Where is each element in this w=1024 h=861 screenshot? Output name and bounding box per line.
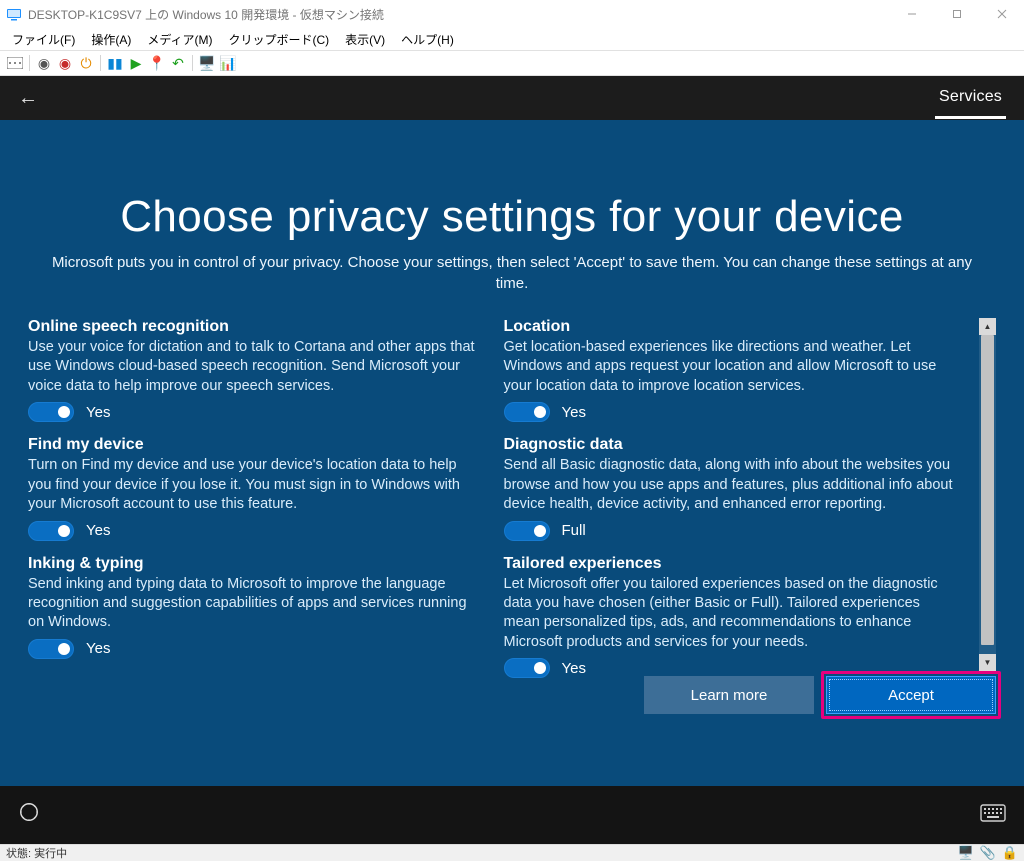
toggle-state-label: Full [562, 522, 586, 539]
page-title: Choose privacy settings for your device [28, 192, 996, 242]
status-right-icons: 🖥️ 📎 🔒 [957, 845, 1018, 861]
back-arrow-icon[interactable]: ← [18, 87, 38, 110]
checkpoint-icon[interactable]: 📍 [148, 54, 166, 72]
setting-find-my-device: Find my device Turn on Find my device an… [28, 436, 484, 540]
toggle-state-label: Yes [562, 660, 586, 677]
oobe-header-bar: ← Services [0, 76, 1024, 120]
enhanced-session-icon[interactable]: 🖥️ [198, 54, 216, 72]
setting-diagnostic-data: Diagnostic data Send all Basic diagnosti… [504, 436, 960, 540]
setting-desc: Use your voice for dictation and to talk… [28, 338, 484, 396]
setting-title: Diagnostic data [504, 436, 960, 454]
services-tab[interactable]: Services [935, 78, 1006, 119]
oobe-button-row: Learn more Accept [644, 676, 996, 714]
button-label: Learn more [691, 687, 768, 704]
setting-desc: Send all Basic diagnostic data, along wi… [504, 456, 960, 514]
menu-help[interactable]: ヘルプ(H) [395, 29, 460, 50]
setting-location: Location Get location-based experiences … [504, 318, 960, 422]
setting-desc: Let Microsoft offer you tailored experie… [504, 575, 960, 653]
oobe-footer [0, 786, 1024, 844]
oobe-body: Choose privacy settings for your device … [0, 120, 1024, 786]
toggle-inking-typing[interactable] [28, 639, 74, 659]
menu-file[interactable]: ファイル(F) [6, 29, 81, 50]
menubar: ファイル(F) 操作(A) メディア(M) クリップボード(C) 表示(V) ヘ… [0, 28, 1024, 50]
window-title: DESKTOP-K1C9SV7 上の Windows 10 開発環境 - 仮想マ… [28, 6, 889, 23]
turnoff-icon[interactable]: ◉ [56, 54, 74, 72]
maximize-button[interactable] [934, 0, 979, 28]
ease-of-access-icon[interactable] [18, 801, 40, 829]
setting-desc: Get location-based experiences like dire… [504, 338, 960, 396]
setting-desc: Turn on Find my device and use your devi… [28, 456, 484, 514]
setting-title: Tailored experiences [504, 555, 960, 573]
toggle-tailored-experiences[interactable] [504, 658, 550, 678]
reset-icon[interactable]: ▶ [127, 54, 145, 72]
toggle-location[interactable] [504, 402, 550, 422]
button-label: Accept [888, 687, 934, 704]
scroll-down-icon[interactable]: ▼ [979, 654, 996, 671]
window-controls [889, 0, 1024, 28]
setting-title: Location [504, 318, 960, 336]
vmconnect-icon [6, 6, 22, 22]
toolbar-separator [29, 55, 30, 71]
privacy-settings-area: Online speech recognition Use your voice… [28, 318, 996, 671]
revert-icon[interactable]: ↶ [169, 54, 187, 72]
page-subtitle: Microsoft puts you in control of your pr… [42, 252, 982, 294]
keyboard-layout-icon[interactable] [980, 802, 1006, 828]
setting-title: Find my device [28, 436, 484, 454]
lock-icon: 🔒 [1002, 845, 1018, 861]
vm-viewport: ← Services Choose privacy settings for y… [0, 76, 1024, 844]
toggle-diagnostic-data[interactable] [504, 521, 550, 541]
toggle-state-label: Yes [86, 522, 110, 539]
toolbar-separator [192, 55, 193, 71]
settings-right-column: Location Get location-based experiences … [504, 318, 960, 671]
close-button[interactable] [979, 0, 1024, 28]
attachment-icon: 📎 [980, 845, 996, 861]
toggle-state-label: Yes [86, 640, 110, 657]
setting-inking-typing: Inking & typing Send inking and typing d… [28, 555, 484, 659]
shutdown-icon[interactable]: ⏻ [77, 54, 95, 72]
toggle-find-my-device[interactable] [28, 521, 74, 541]
menu-clipboard[interactable]: クリップボード(C) [222, 29, 335, 50]
toggle-state-label: Yes [86, 404, 110, 421]
minimize-button[interactable] [889, 0, 934, 28]
learn-more-button[interactable]: Learn more [644, 676, 814, 714]
toolbar-separator [100, 55, 101, 71]
toolbar: ◉ ◉ ⏻ ▮▮ ▶ 📍 ↶ 🖥️ 📊 [0, 50, 1024, 76]
start-icon[interactable]: ◉ [35, 54, 53, 72]
setting-title: Online speech recognition [28, 318, 484, 336]
setting-desc: Send inking and typing data to Microsoft… [28, 575, 484, 633]
menu-action[interactable]: 操作(A) [85, 29, 137, 50]
pause-icon[interactable]: ▮▮ [106, 54, 124, 72]
setting-online-speech: Online speech recognition Use your voice… [28, 318, 484, 422]
setting-tailored-experiences: Tailored experiences Let Microsoft offer… [504, 555, 960, 679]
menu-view[interactable]: 表示(V) [339, 29, 391, 50]
host-titlebar: DESKTOP-K1C9SV7 上の Windows 10 開発環境 - 仮想マ… [0, 0, 1024, 28]
connection-disk-icon: 🖥️ [957, 845, 973, 861]
menu-media[interactable]: メディア(M) [141, 29, 218, 50]
settings-scrollbar[interactable]: ▲ ▼ [979, 318, 996, 671]
host-statusbar: 状態: 実行中 🖥️ 📎 🔒 [0, 844, 1024, 861]
scroll-up-icon[interactable]: ▲ [979, 318, 996, 335]
ctrl-alt-del-icon[interactable] [6, 54, 24, 72]
scroll-thumb[interactable] [981, 335, 994, 645]
toggle-online-speech[interactable] [28, 402, 74, 422]
setting-title: Inking & typing [28, 555, 484, 573]
status-text: 状態: 実行中 [6, 845, 67, 861]
share-icon[interactable]: 📊 [219, 54, 237, 72]
toggle-state-label: Yes [562, 404, 586, 421]
settings-left-column: Online speech recognition Use your voice… [28, 318, 484, 671]
accept-button[interactable]: Accept [826, 676, 996, 714]
